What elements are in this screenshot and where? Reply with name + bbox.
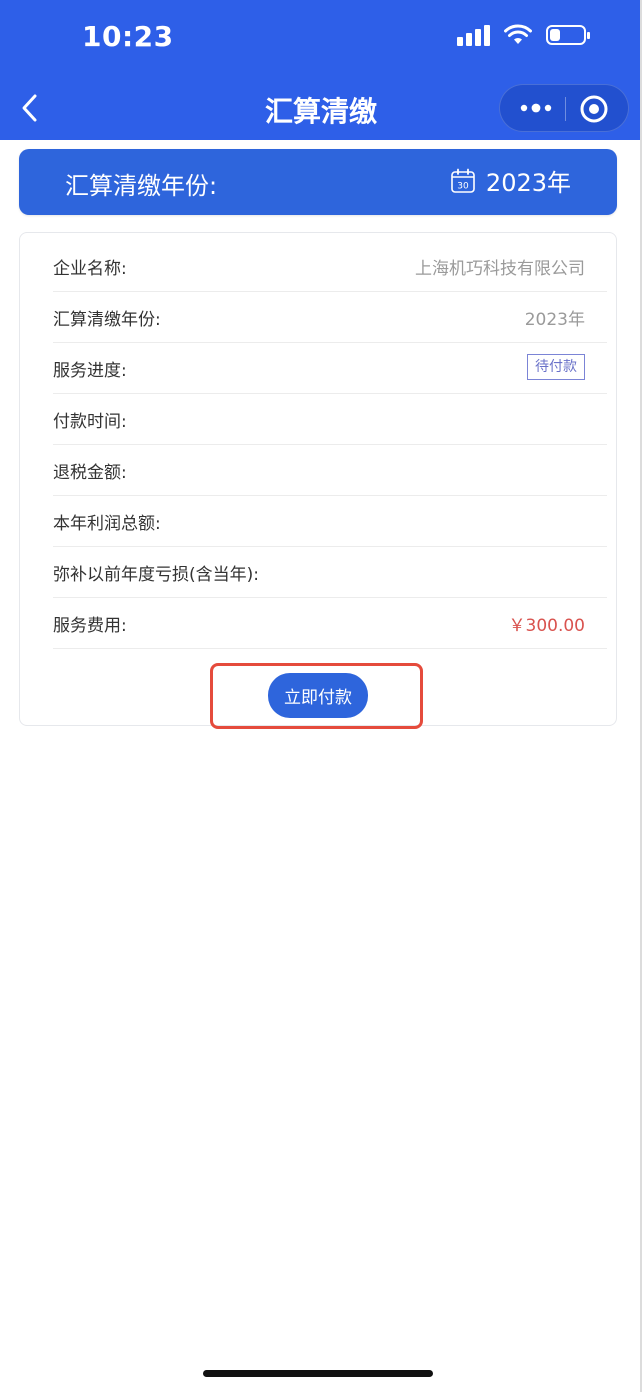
tax-refund-row: 退税金额: bbox=[53, 445, 607, 496]
company-label: 企业名称: bbox=[53, 259, 127, 279]
year-picker-value: 2023年 bbox=[485, 169, 571, 197]
status-bar: 10:23 bbox=[0, 0, 642, 76]
more-dots-icon bbox=[520, 103, 552, 113]
status-time: 10:23 bbox=[82, 20, 174, 53]
wifi-icon bbox=[504, 24, 532, 44]
settlement-year-row: 汇算清缴年份: 2023年 bbox=[53, 292, 607, 343]
settlement-year-value: 2023年 bbox=[524, 310, 585, 330]
capsule-divider bbox=[565, 97, 566, 121]
mini-program-capsule bbox=[499, 84, 629, 132]
cellular-signal-icon bbox=[457, 24, 490, 46]
year-banner: 汇算清缴年份: 30 2023年 bbox=[19, 149, 617, 215]
close-mini-program-button[interactable] bbox=[578, 93, 610, 125]
service-progress-row: 服务进度: 待付款 bbox=[53, 343, 607, 394]
service-progress-label: 服务进度: bbox=[53, 361, 127, 381]
company-value: 上海机巧科技有限公司 bbox=[415, 259, 585, 279]
service-fee-label: 服务费用: bbox=[53, 616, 127, 636]
mini-program-close-icon bbox=[580, 95, 608, 123]
home-indicator bbox=[203, 1370, 433, 1377]
loss-offset-row: 弥补以前年度亏损(含当年): bbox=[53, 547, 607, 598]
settlement-detail-card: 企业名称: 上海机巧科技有限公司 汇算清缴年份: 2023年 服务进度: 待付款… bbox=[19, 232, 617, 726]
more-button[interactable] bbox=[516, 95, 556, 121]
pay-now-button[interactable]: 立即付款 bbox=[268, 673, 368, 718]
loss-offset-label: 弥补以前年度亏损(含当年): bbox=[53, 565, 259, 585]
service-fee-row: 服务费用: ￥300.00 bbox=[53, 598, 607, 649]
annual-profit-label: 本年利润总额: bbox=[53, 514, 161, 534]
company-row: 企业名称: 上海机巧科技有限公司 bbox=[53, 241, 607, 292]
status-icons bbox=[457, 24, 590, 46]
calendar-day: 30 bbox=[457, 181, 469, 191]
annual-profit-row: 本年利润总额: bbox=[53, 496, 607, 547]
navigation-bar: 汇算清缴 bbox=[0, 76, 642, 140]
calendar-icon: 30 bbox=[451, 168, 475, 193]
status-badge: 待付款 bbox=[527, 354, 585, 380]
year-picker[interactable]: 30 2023年 bbox=[450, 163, 571, 198]
payment-time-row: 付款时间: bbox=[53, 394, 607, 445]
payment-time-label: 付款时间: bbox=[53, 412, 127, 432]
settlement-year-label: 汇算清缴年份: bbox=[53, 310, 161, 330]
service-fee-value: ￥300.00 bbox=[508, 616, 585, 636]
tax-refund-label: 退税金额: bbox=[53, 463, 127, 483]
battery-icon bbox=[546, 25, 590, 45]
year-banner-label: 汇算清缴年份: bbox=[65, 172, 218, 200]
battery-level bbox=[550, 29, 560, 41]
